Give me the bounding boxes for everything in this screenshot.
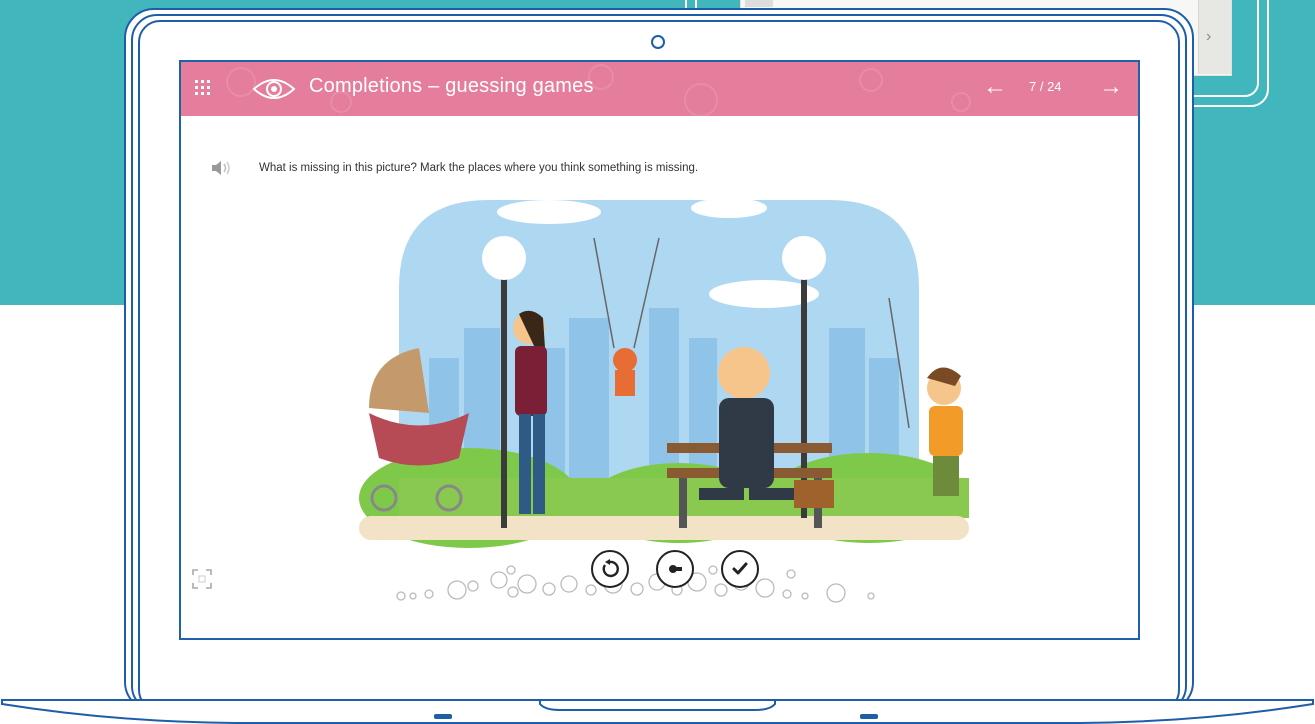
- app-screen: Completions – guessing games ← 7 / 24 → …: [179, 60, 1140, 640]
- question-text: What is missing in this picture? Mark th…: [259, 162, 699, 174]
- background-card-next-tab: [1198, 0, 1231, 74]
- reset-icon: [602, 559, 619, 578]
- speaker-icon[interactable]: [209, 158, 233, 178]
- check-button[interactable]: [721, 550, 759, 588]
- park-illustration[interactable]: [349, 198, 971, 548]
- fullscreen-icon[interactable]: [191, 568, 213, 590]
- app-header: Completions – guessing games ← 7 / 24 →: [181, 62, 1138, 116]
- page-title: Completions – guessing games: [309, 75, 594, 97]
- laptop-base: [0, 692, 1315, 724]
- page-counter: 7 / 24: [1029, 79, 1062, 94]
- chevron-right-icon: ›: [1206, 28, 1212, 45]
- background-card-tab: [745, 0, 773, 7]
- hint-button[interactable]: [656, 550, 694, 588]
- arrow-left-icon[interactable]: ←: [983, 73, 1007, 101]
- checkmark-icon: [732, 562, 748, 575]
- arrow-right-icon[interactable]: →: [1099, 73, 1123, 101]
- menu-grid-icon[interactable]: [195, 80, 211, 96]
- whistle-icon: [669, 565, 682, 573]
- eye-icon: [252, 79, 296, 99]
- bubbles-decoration: [396, 562, 875, 603]
- camera-icon: [651, 35, 665, 49]
- reset-button[interactable]: [591, 550, 629, 588]
